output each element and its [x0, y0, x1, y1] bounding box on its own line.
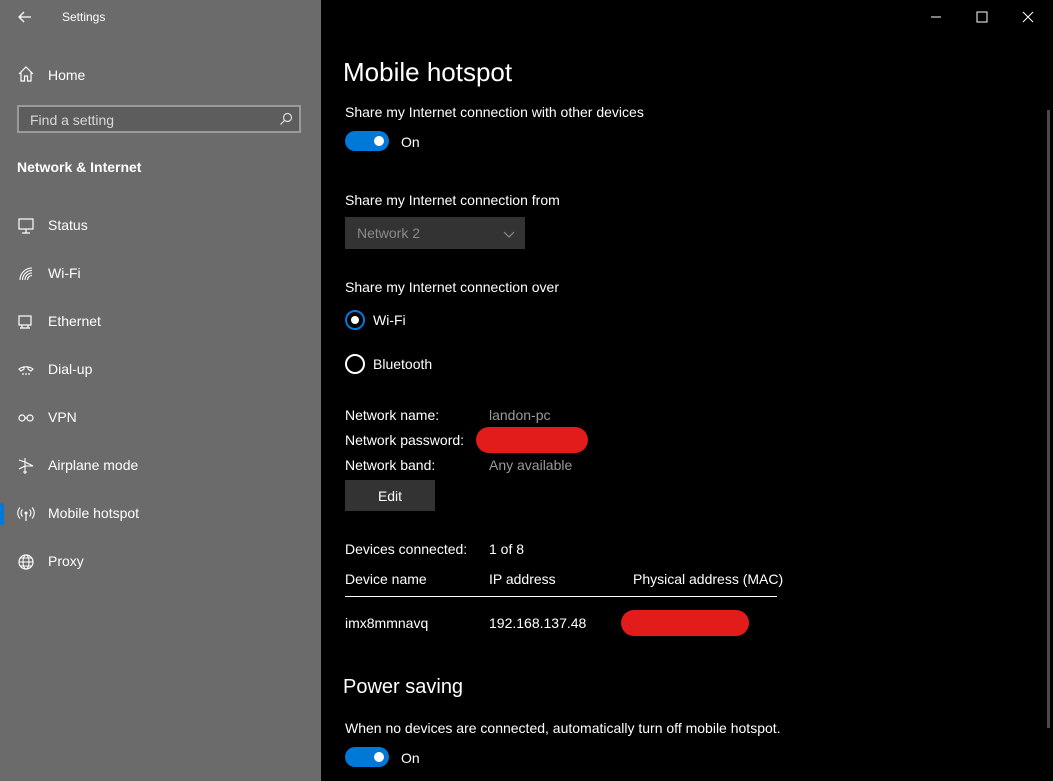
device-name-cell: imx8mmnavq	[345, 615, 429, 631]
power-saving-toggle[interactable]	[345, 747, 389, 767]
minimize-button[interactable]	[913, 0, 959, 34]
dropdown-value: Network 2	[357, 225, 421, 241]
airplane-icon	[17, 457, 35, 475]
status-icon	[17, 217, 35, 235]
sidebar: Settings Home Network & Internet Status	[0, 0, 321, 781]
power-saving-title: Power saving	[343, 676, 464, 698]
sidebar-item-wifi[interactable]: Wi-Fi	[0, 254, 321, 294]
network-band-value: Any available	[489, 457, 573, 473]
radio-dot	[351, 316, 359, 324]
share-from-label: Share my Internet connection from	[345, 192, 560, 208]
close-icon	[1022, 11, 1034, 23]
radio-wifi[interactable]	[345, 310, 365, 330]
ip-address-cell: 192.168.137.48	[489, 615, 587, 631]
column-header-mac: Physical address (MAC)	[633, 571, 784, 587]
close-button[interactable]	[1005, 0, 1051, 34]
vpn-icon	[17, 409, 35, 427]
wifi-icon	[17, 265, 35, 283]
column-header-device-name: Device name	[345, 571, 427, 587]
password-redaction	[476, 427, 588, 453]
main-content: Mobile hotspot Share my Internet connect…	[321, 0, 1053, 781]
radio-bluetooth-label[interactable]: Bluetooth	[373, 356, 432, 372]
network-password-label: Network password:	[345, 432, 465, 448]
devices-connected-label: Devices connected:	[345, 541, 468, 557]
share-connection-state: On	[401, 134, 420, 150]
devices-connected-value: 1 of 8	[489, 541, 525, 557]
toggle-knob	[374, 136, 384, 146]
app-title: Settings	[62, 10, 106, 24]
minimize-icon	[931, 16, 941, 18]
mac-redaction	[621, 610, 749, 636]
sidebar-item-label: Ethernet	[48, 313, 101, 329]
table-divider	[345, 596, 777, 597]
sidebar-item-label: Dial-up	[48, 361, 93, 377]
share-from-dropdown[interactable]: Network 2	[345, 217, 525, 249]
sidebar-item-label: Proxy	[48, 553, 84, 569]
sidebar-item-ethernet[interactable]: Ethernet	[0, 302, 321, 342]
chevron-down-icon	[503, 227, 515, 239]
scrollbar[interactable]	[1047, 110, 1050, 728]
maximize-button[interactable]	[959, 0, 1005, 34]
sidebar-item-label: Mobile hotspot	[48, 505, 140, 521]
page-title: Mobile hotspot	[343, 57, 513, 87]
sidebar-item-proxy[interactable]: Proxy	[0, 542, 321, 582]
selection-indicator	[0, 503, 4, 525]
toggle-knob	[374, 752, 384, 762]
sidebar-item-label: Home	[48, 67, 86, 83]
search-input[interactable]	[28, 110, 272, 130]
back-button[interactable]	[14, 6, 36, 28]
sidebar-item-label: VPN	[48, 409, 77, 425]
hotspot-icon	[17, 505, 35, 523]
maximize-icon	[976, 11, 988, 23]
network-name-label: Network name:	[345, 407, 440, 423]
sidebar-item-dialup[interactable]: Dial-up	[0, 350, 321, 390]
sidebar-item-status[interactable]: Status	[0, 206, 321, 246]
sidebar-item-home[interactable]: Home	[0, 58, 321, 90]
share-connection-toggle[interactable]	[345, 131, 389, 151]
globe-icon	[17, 553, 35, 571]
back-arrow-icon	[18, 11, 31, 23]
section-title: Network & Internet	[17, 159, 142, 175]
column-header-ip-address: IP address	[489, 571, 556, 587]
network-band-label: Network band:	[345, 457, 436, 473]
window-controls	[913, 0, 1053, 34]
sidebar-item-airplane-mode[interactable]: Airplane mode	[0, 446, 321, 486]
radio-bluetooth[interactable]	[345, 354, 365, 374]
radio-wifi-label[interactable]: Wi-Fi	[373, 312, 406, 328]
sidebar-item-vpn[interactable]: VPN	[0, 398, 321, 438]
ethernet-icon	[17, 313, 35, 331]
sidebar-item-label: Status	[48, 217, 88, 233]
search-icon[interactable]	[279, 112, 293, 126]
share-over-label: Share my Internet connection over	[345, 279, 560, 295]
network-name-value: landon-pc	[489, 407, 551, 423]
sidebar-item-mobile-hotspot[interactable]: Mobile hotspot	[0, 494, 321, 534]
edit-button[interactable]: Edit	[345, 480, 435, 511]
dialup-icon	[17, 361, 35, 379]
share-connection-label: Share my Internet connection with other …	[345, 104, 644, 120]
power-saving-label: When no devices are connected, automatic…	[345, 720, 781, 736]
search-box	[17, 105, 301, 133]
sidebar-item-label: Airplane mode	[48, 457, 139, 473]
home-icon	[17, 65, 35, 83]
power-saving-state: On	[401, 750, 420, 766]
sidebar-item-label: Wi-Fi	[48, 265, 81, 281]
sidebar-titlebar: Settings	[0, 0, 321, 34]
